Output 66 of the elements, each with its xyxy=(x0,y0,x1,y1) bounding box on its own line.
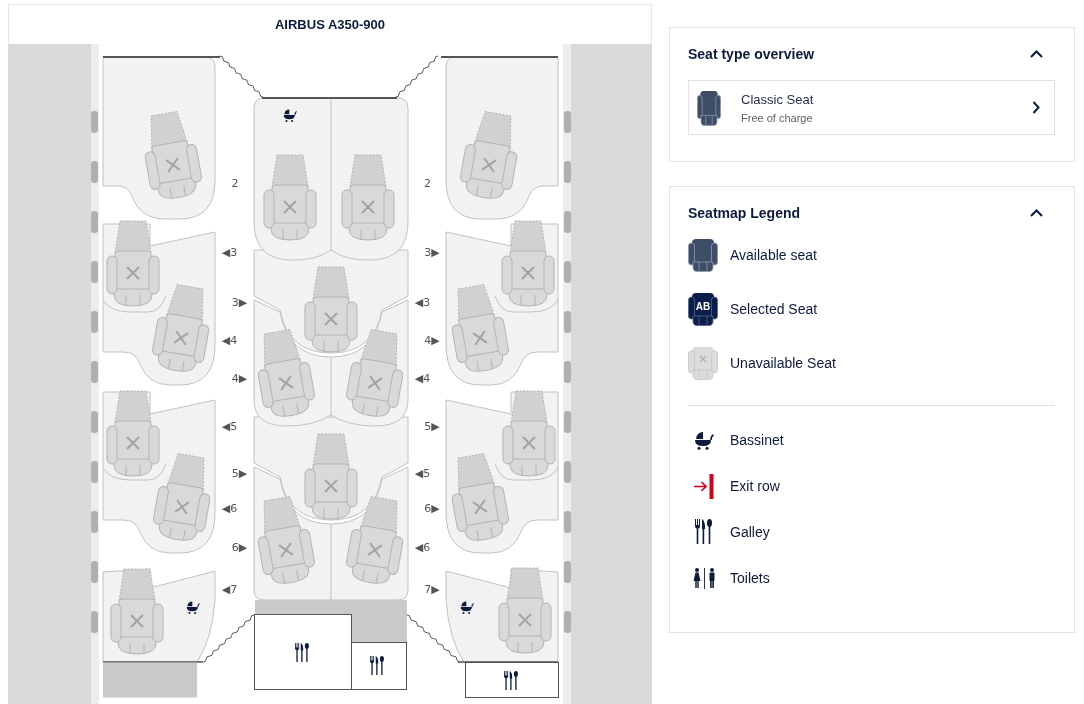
chevron-right-icon xyxy=(1032,101,1040,114)
row-number: ◀5 xyxy=(414,467,431,481)
seat[interactable] xyxy=(304,433,358,520)
seat[interactable] xyxy=(450,453,510,541)
legend-label: Bassinet xyxy=(730,432,784,448)
row-number: ◀5 xyxy=(221,420,238,434)
legend-label: Toilets xyxy=(730,570,770,586)
row-number: 6▶ xyxy=(424,502,440,516)
exit-icon xyxy=(694,473,714,499)
row-number: 4▶ xyxy=(231,372,248,386)
seat[interactable] xyxy=(256,329,316,417)
galley-icon xyxy=(504,671,518,690)
seat[interactable] xyxy=(498,567,552,654)
row-number: 3▶ xyxy=(424,246,440,260)
seat[interactable] xyxy=(106,390,160,477)
panel-title: Seat type overview xyxy=(688,46,815,62)
seat[interactable] xyxy=(502,390,556,477)
panel-title: Seatmap Legend xyxy=(688,205,801,221)
row-number: 2 xyxy=(231,177,239,191)
seat[interactable] xyxy=(106,220,160,307)
row-number: ◀4 xyxy=(221,334,238,348)
row-number: 2 xyxy=(424,177,431,191)
row-number: 7▶ xyxy=(424,583,440,597)
seat[interactable] xyxy=(263,154,317,241)
legend-label: Unavailable Seat xyxy=(730,355,836,371)
row-number: 6▶ xyxy=(231,541,248,555)
row-number: ◀6 xyxy=(221,502,238,516)
galley-icon xyxy=(295,643,309,662)
seat[interactable] xyxy=(256,496,316,584)
bassinet-icon xyxy=(460,601,475,614)
bassinet-icon xyxy=(283,109,298,122)
seat[interactable] xyxy=(110,568,164,655)
row-number: 5▶ xyxy=(424,420,440,434)
row-number: 3▶ xyxy=(231,296,248,310)
bassinet-icon xyxy=(694,430,714,450)
row-number: 4▶ xyxy=(424,334,440,348)
seat-type-item[interactable]: Classic Seat Free of charge xyxy=(688,80,1055,135)
seat[interactable] xyxy=(459,111,519,199)
legend-label: Available seat xyxy=(730,247,817,263)
seat[interactable] xyxy=(151,284,211,372)
seat[interactable] xyxy=(345,329,405,417)
seat[interactable] xyxy=(152,453,212,541)
legend-label: Selected Seat xyxy=(730,301,818,317)
row-number: ◀7 xyxy=(221,583,238,597)
seat[interactable] xyxy=(341,154,395,241)
legend-label: Exit row xyxy=(730,478,780,494)
seat[interactable] xyxy=(143,111,203,199)
seat[interactable] xyxy=(450,284,510,372)
chevron-up-icon xyxy=(1029,50,1043,58)
seat[interactable] xyxy=(345,496,405,584)
seat[interactable] xyxy=(304,266,358,353)
row-number: ◀4 xyxy=(414,372,431,386)
row-number: ◀6 xyxy=(414,541,431,555)
unavailable-seat-icon xyxy=(688,346,718,380)
available-seat-icon xyxy=(688,238,718,272)
toilets-icon xyxy=(692,567,716,589)
row-number: ◀3 xyxy=(221,246,238,260)
legend-label: Galley xyxy=(730,524,770,540)
seat[interactable] xyxy=(501,220,555,307)
galley-icon xyxy=(695,519,713,545)
galley-icon xyxy=(370,656,384,675)
row-number: ◀3 xyxy=(414,296,431,310)
seat-icon xyxy=(697,89,721,126)
bassinet-icon xyxy=(186,601,201,614)
chevron-up-icon xyxy=(1029,209,1043,217)
row-number: 5▶ xyxy=(231,467,248,481)
